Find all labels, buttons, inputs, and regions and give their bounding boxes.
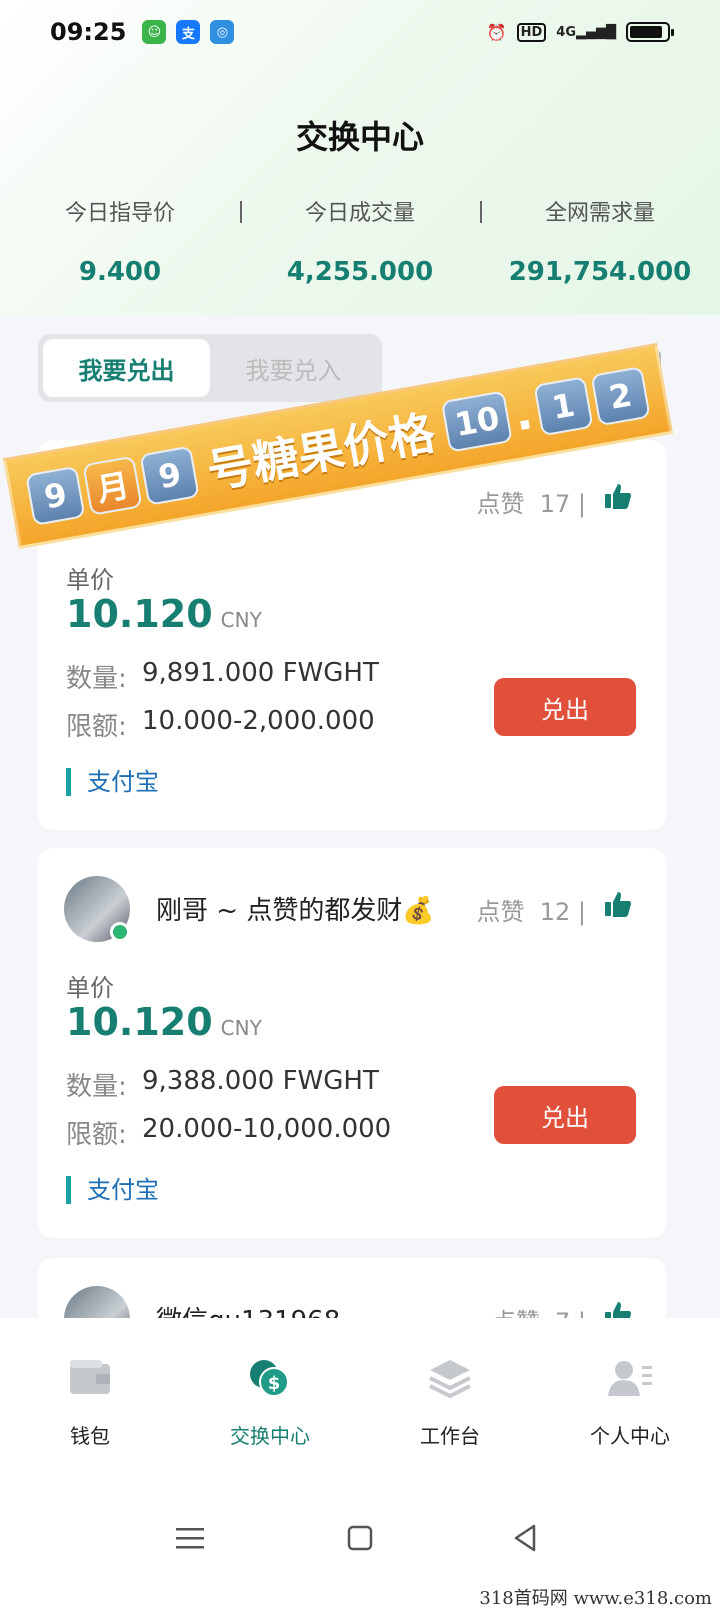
stat-label: 今日成交量 <box>304 201 415 226</box>
limit-label: 限额: <box>66 712 127 742</box>
keycap: 9 <box>25 465 86 526</box>
quantity-value: 9,891.000 FWGHT <box>142 658 379 688</box>
thumbs-up-icon[interactable] <box>604 482 632 510</box>
payment-method-tag: 支付宝 <box>66 1176 159 1204</box>
stat-guide-price: 今日指导价 9.400 <box>0 195 240 287</box>
limit-label: 限额: <box>66 1120 127 1150</box>
bottom-tab-bar: 钱包 $ 交换中心 工作台 个人中心 <box>0 1318 720 1488</box>
trade-direction-toggle: 我要兑出 我要兑入 <box>38 334 382 402</box>
status-app-icons: ☺ 支 ◎ <box>142 20 235 44</box>
tab-label: 个人中心 <box>590 1424 670 1448</box>
layers-icon <box>429 1360 471 1399</box>
stat-label: 全网需求量 <box>544 201 655 226</box>
keycap: 1 <box>533 376 594 437</box>
hd-badge: HD <box>516 22 547 42</box>
signal-icon: 4G▂▄▆█ <box>556 24 616 40</box>
tab-profile[interactable]: 个人中心 <box>540 1318 720 1488</box>
keycap: 2 <box>590 366 651 427</box>
keycap: 月 <box>82 455 143 516</box>
banner-dot: . <box>509 385 537 442</box>
other-app-icon: ◎ <box>210 20 235 44</box>
tab-exchange[interactable]: $ 交换中心 <box>180 1318 360 1488</box>
alarm-icon: ⏰ <box>486 22 507 42</box>
like-count: 点赞 17 | <box>476 490 586 518</box>
seller-name: 刚哥 ~ 点赞的都发财💰 <box>156 896 435 926</box>
offer-card: 刚哥 ~ 点赞的都发财💰 点赞 12 | 单价 10.120 CNY 数量: 9,… <box>38 848 666 1238</box>
tab-wallet[interactable]: 钱包 <box>0 1318 180 1488</box>
quantity-value: 9,388.000 FWGHT <box>142 1066 379 1096</box>
tab-label: 交换中心 <box>230 1424 310 1448</box>
stat-value: 291,754.000 <box>508 257 692 287</box>
payment-method-tag: 支付宝 <box>66 768 159 796</box>
exchange-icon: $ <box>250 1360 289 1397</box>
tab-buy[interactable]: 我要兑入 <box>210 339 377 397</box>
unit-price-label: 单价 <box>66 566 114 594</box>
stats-row: 今日指导价 9.400 今日成交量 4,255.000 全网需求量 291,75… <box>0 195 720 287</box>
stat-value: 4,255.000 <box>286 257 434 287</box>
unit-price: 10.120 CNY <box>66 1000 262 1044</box>
status-time: 09:25 <box>50 18 127 46</box>
tab-sell[interactable]: 我要兑出 <box>43 339 210 397</box>
stat-demand: 全网需求量 291,754.000 <box>480 195 720 287</box>
svg-text:$: $ <box>268 1373 281 1394</box>
home-icon[interactable] <box>340 1518 380 1558</box>
sell-button[interactable]: 兑出 <box>494 1086 636 1144</box>
page-title: 交换中心 <box>295 118 424 156</box>
system-nav-bar: 318首码网 www.e318.com <box>0 1488 720 1612</box>
limit-value: 20.000-10,000.000 <box>142 1114 392 1144</box>
keycap: 10 <box>441 390 514 453</box>
keycap: 9 <box>139 445 200 506</box>
unit-price-label: 单价 <box>66 974 114 1002</box>
battery-icon <box>626 22 674 42</box>
status-indicators: ⏰ HD 4G▂▄▆█ <box>486 22 674 42</box>
quantity-label: 数量: <box>66 1072 127 1102</box>
tab-label: 工作台 <box>420 1424 480 1448</box>
thumbs-up-icon[interactable] <box>604 890 632 918</box>
stat-label: 今日指导价 <box>64 201 175 226</box>
profile-icon <box>608 1361 652 1396</box>
sell-button[interactable]: 兑出 <box>494 678 636 736</box>
limit-value: 10.000-2,000.000 <box>142 706 375 736</box>
stat-volume: 今日成交量 4,255.000 <box>240 195 480 287</box>
back-icon[interactable] <box>506 1518 546 1558</box>
tab-workbench[interactable]: 工作台 <box>360 1318 540 1488</box>
watermark-text: 318首码网 www.e318.com <box>475 1582 716 1612</box>
alipay-app-icon: 支 <box>176 20 201 44</box>
tab-label: 钱包 <box>70 1424 110 1448</box>
wallet-icon <box>70 1360 110 1394</box>
menu-icon[interactable] <box>170 1518 210 1558</box>
quantity-label: 数量: <box>66 664 127 694</box>
wechat-app-icon: ☺ <box>142 20 167 44</box>
status-bar: 09:25 ☺ 支 ◎ ⏰ HD 4G▂▄▆█ <box>0 0 720 64</box>
like-count: 点赞 12 | <box>476 898 586 926</box>
online-status-dot <box>110 922 130 942</box>
unit-price: 10.120 CNY <box>66 592 262 636</box>
stat-value: 9.400 <box>78 257 162 287</box>
